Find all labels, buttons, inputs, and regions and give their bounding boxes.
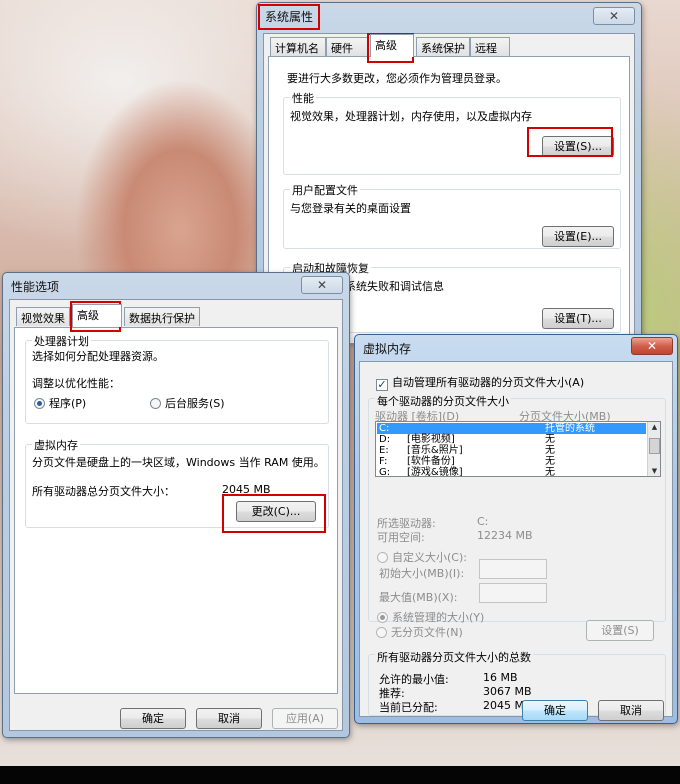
tab-advanced[interactable]: 高级 bbox=[72, 304, 122, 327]
initial-size-label: 初始大小(MB)(I): bbox=[379, 567, 465, 580]
drive-size: 无 bbox=[545, 445, 555, 456]
min-allowed-value: 16 MB bbox=[483, 671, 518, 684]
radio-indicator bbox=[150, 398, 161, 409]
radio-label: 后台服务(S) bbox=[165, 397, 225, 410]
list-item[interactable]: F: [软件备份] 无 bbox=[377, 456, 646, 467]
radio-label: 无分页文件(N) bbox=[391, 626, 463, 639]
radio-custom-size[interactable]: 自定义大小(C): bbox=[377, 549, 467, 565]
drive-size: 无 bbox=[545, 434, 555, 445]
close-button[interactable]: ✕ bbox=[301, 276, 343, 294]
drive-list[interactable]: C: 托管的系统 D: [电影视频] 无 E: [音乐&照片] 无 F: [软件备份] 无 G… bbox=[375, 421, 661, 477]
radio-indicator bbox=[376, 627, 387, 638]
checkbox-indicator: ✓ bbox=[376, 378, 388, 391]
list-item[interactable]: E: [音乐&照片] 无 bbox=[377, 445, 646, 456]
group-per-drive: 每个驱动器的分页文件大小 驱动器 [卷标](D) 分页文件大小(MB) C: 托管… bbox=[368, 393, 666, 625]
group-description: 视觉效果，处理器计划，内存使用，以及虚拟内存 bbox=[290, 110, 532, 123]
startup-settings-button[interactable]: 设置(T)... bbox=[542, 308, 614, 329]
radio-programs[interactable]: 程序(P) bbox=[34, 395, 86, 411]
close-button[interactable]: ✕ bbox=[631, 337, 673, 355]
radio-label: 系统管理的大小(Y) bbox=[392, 611, 485, 624]
group-title: 用户配置文件 bbox=[290, 182, 360, 198]
taskbar-strip bbox=[0, 766, 680, 784]
adjust-label: 调整以优化性能： bbox=[32, 377, 120, 390]
radio-indicator bbox=[377, 612, 388, 623]
profile-settings-button[interactable]: 设置(E)... bbox=[542, 226, 614, 247]
highlight-title bbox=[258, 4, 320, 30]
radio-no-paging-file[interactable]: 无分页文件(N) bbox=[376, 624, 463, 640]
drive-label: [软件备份] bbox=[407, 456, 455, 467]
free-space-value: 12234 MB bbox=[477, 529, 533, 542]
drive-label: [音乐&照片] bbox=[407, 445, 463, 456]
apply-button[interactable]: 应用(A) bbox=[272, 708, 338, 729]
tab-dep[interactable]: 数据执行保护 bbox=[124, 307, 200, 326]
group-description: 选择如何分配处理器资源。 bbox=[32, 350, 164, 363]
cancel-button[interactable]: 取消 bbox=[598, 700, 664, 721]
max-size-label: 最大值(MB)(X): bbox=[379, 591, 458, 604]
drive-label: [电影视频] bbox=[407, 434, 455, 445]
scroll-up-icon[interactable]: ▲ bbox=[649, 423, 660, 431]
free-space-label: 可用空间: bbox=[377, 531, 425, 544]
drive-size: 无 bbox=[545, 467, 555, 477]
list-item[interactable]: C: 托管的系统 bbox=[377, 423, 646, 434]
tab-visual-effects[interactable]: 视觉效果 bbox=[16, 307, 70, 326]
checkbox-label: 自动管理所有驱动器的分页文件大小(A) bbox=[392, 376, 585, 389]
highlight-settings-button bbox=[527, 127, 613, 157]
tab-hardware[interactable]: 硬件 bbox=[326, 37, 368, 56]
radio-system-managed[interactable]: 系统管理的大小(Y) bbox=[377, 609, 484, 625]
window-title: 虚拟内存 bbox=[363, 342, 412, 356]
dialog-body: ✓ 自动管理所有驱动器的分页文件大小(A) 每个驱动器的分页文件大小 驱动器 [卷… bbox=[359, 361, 673, 721]
drive-letter: D: bbox=[379, 434, 391, 445]
group-title: 处理器计划 bbox=[32, 333, 91, 349]
scroll-thumb[interactable] bbox=[649, 438, 660, 454]
radio-label: 程序(P) bbox=[49, 397, 87, 410]
group-title: 所有驱动器分页文件大小的总数 bbox=[375, 649, 533, 665]
group-description: 与您登录有关的桌面设置 bbox=[290, 202, 411, 215]
tab-remote[interactable]: 远程 bbox=[470, 37, 510, 56]
currently-allocated-label: 当前已分配: bbox=[379, 701, 438, 714]
radio-indicator bbox=[34, 398, 45, 409]
ok-button[interactable]: 确定 bbox=[522, 700, 588, 721]
group-title: 虚拟内存 bbox=[32, 437, 80, 453]
drive-letter: F: bbox=[379, 456, 388, 467]
tab-advanced[interactable]: 高级 bbox=[370, 34, 414, 57]
group-user-profiles: 用户配置文件 与您登录有关的桌面设置 设置(E)... bbox=[283, 182, 621, 249]
radio-indicator bbox=[377, 552, 388, 563]
recommended-value: 3067 MB bbox=[483, 685, 532, 698]
tab-system-protection[interactable]: 系统保护 bbox=[416, 37, 470, 56]
titlebar[interactable]: 性能选项 ✕ bbox=[3, 273, 349, 297]
group-description: 分页文件是硬盘上的一块区域，Windows 当作 RAM 使用。 bbox=[32, 456, 325, 469]
drive-letter: C: bbox=[379, 423, 390, 434]
ok-button[interactable]: 确定 bbox=[120, 708, 186, 729]
group-processor-scheduling: 处理器计划 选择如何分配处理器资源。 调整以优化性能： 程序(P) 后台服务(S… bbox=[25, 333, 329, 424]
max-size-input[interactable] bbox=[479, 583, 547, 603]
drive-label: [游戏&镜像] bbox=[407, 467, 463, 477]
group-title: 每个驱动器的分页文件大小 bbox=[375, 393, 511, 409]
cancel-button[interactable]: 取消 bbox=[196, 708, 262, 729]
list-item[interactable]: D: [电影视频] 无 bbox=[377, 434, 646, 445]
drive-letter: G: bbox=[379, 467, 391, 477]
auto-manage-checkbox[interactable]: ✓ 自动管理所有驱动器的分页文件大小(A) bbox=[376, 374, 584, 391]
drive-size: 托管的系统 bbox=[545, 423, 595, 434]
titlebar[interactable]: 虚拟内存 ✕ bbox=[355, 335, 677, 359]
list-scrollbar[interactable]: ▲ ▼ bbox=[647, 422, 660, 476]
radio-background-services[interactable]: 后台服务(S) bbox=[150, 395, 225, 411]
close-button[interactable]: ✕ bbox=[593, 7, 635, 25]
drive-letter: E: bbox=[379, 445, 389, 456]
highlight-change-button bbox=[222, 494, 326, 533]
group-title: 性能 bbox=[290, 90, 316, 106]
virtual-memory-window: 虚拟内存 ✕ ✓ 自动管理所有驱动器的分页文件大小(A) 每个驱动器的分页文件大小… bbox=[354, 334, 678, 724]
initial-size-input[interactable] bbox=[479, 559, 547, 579]
selected-drive-value: C: bbox=[477, 515, 489, 528]
drive-size: 无 bbox=[545, 456, 555, 467]
set-button[interactable]: 设置(S) bbox=[586, 620, 654, 641]
tab-computer-name[interactable]: 计算机名 bbox=[270, 37, 326, 56]
scroll-down-icon[interactable]: ▼ bbox=[649, 467, 660, 475]
radio-label: 自定义大小(C): bbox=[392, 551, 467, 564]
total-paging-label: 所有驱动器总分页文件大小： bbox=[32, 485, 175, 498]
admin-note: 要进行大多数更改，您必须作为管理员登录。 bbox=[287, 72, 507, 85]
list-item[interactable]: G: [游戏&镜像] 无 bbox=[377, 467, 646, 477]
window-title: 性能选项 bbox=[11, 280, 60, 294]
